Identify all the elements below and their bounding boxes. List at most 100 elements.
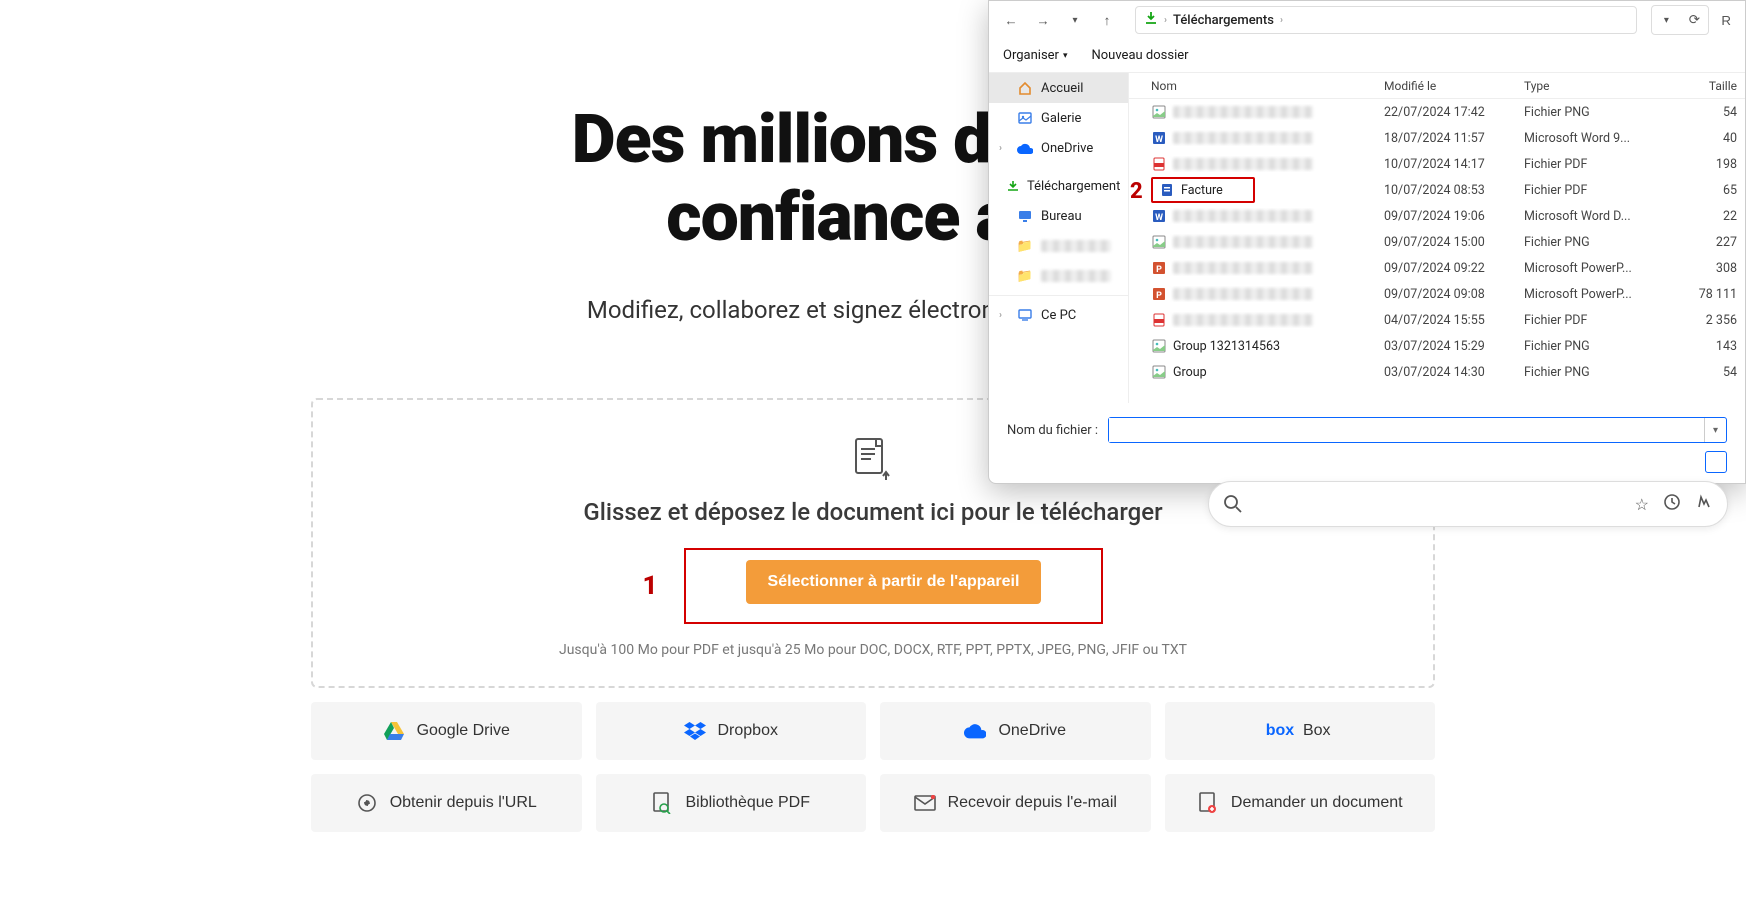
source-request[interactable]: Demander un document — [1165, 774, 1436, 832]
sidebar-item-blurred[interactable]: 📁 — [989, 261, 1128, 291]
file-type: Fichier PDF — [1524, 157, 1644, 172]
source-dropbox[interactable]: Dropbox — [596, 702, 867, 760]
sidebar-item-downloads[interactable]: Téléchargement — [989, 171, 1128, 201]
nav-forward-button[interactable]: → — [1029, 6, 1057, 34]
source-url[interactable]: Obtenir depuis l'URL — [311, 774, 582, 832]
annotation-box-1: Sélectionner à partir de l'appareil — [684, 548, 1104, 624]
search-hint[interactable]: R — [1715, 6, 1737, 34]
pdf-file-icon — [1159, 182, 1175, 198]
source-box[interactable]: box Box — [1165, 702, 1436, 760]
file-row[interactable]: P09/07/2024 09:08Microsoft PowerP...78 1… — [1129, 281, 1745, 307]
source-label: Box — [1303, 722, 1331, 740]
column-header-name[interactable]: Nom — [1129, 79, 1384, 93]
site-info-icon[interactable] — [1223, 494, 1243, 514]
nav-back-button[interactable]: ← — [997, 6, 1025, 34]
column-header-size[interactable]: Taille — [1644, 79, 1745, 93]
sidebar-item-home[interactable]: Accueil — [989, 73, 1128, 103]
dialog-filename-bar: Nom du fichier : ▾ — [989, 403, 1745, 451]
chevron-down-icon: ▾ — [1072, 15, 1077, 26]
file-row[interactable]: W09/07/2024 19:06Microsoft Word D...22 — [1129, 203, 1745, 229]
source-label: OneDrive — [998, 722, 1066, 740]
chevron-right-icon: › — [1280, 15, 1283, 26]
column-header-modified[interactable]: Modifié le — [1384, 79, 1524, 93]
sidebar-item-onedrive[interactable]: › OneDrive — [989, 133, 1128, 163]
sidebar-label: Galerie — [1041, 111, 1081, 126]
file-row[interactable]: P09/07/2024 09:22Microsoft PowerP...308 — [1129, 255, 1745, 281]
sidebar-item-desktop[interactable]: Bureau — [989, 201, 1128, 231]
email-icon — [914, 792, 936, 814]
file-type: Microsoft Word 9... — [1524, 131, 1644, 146]
blurred-filename — [1173, 210, 1313, 222]
source-google-drive[interactable]: Google Drive — [311, 702, 582, 760]
pc-icon — [1017, 307, 1033, 323]
pdf-file-icon — [1151, 312, 1167, 328]
breadcrumb-downloads[interactable]: Téléchargements — [1173, 13, 1274, 28]
sidebar-label: Téléchargement — [1027, 179, 1120, 194]
filename-input[interactable] — [1109, 418, 1704, 442]
file-name: Group 1321314563 — [1173, 339, 1280, 354]
file-row[interactable]: 09/07/2024 15:00Fichier PNG227 — [1129, 229, 1745, 255]
sidebar-label: Bureau — [1041, 209, 1082, 224]
filename-label: Nom du fichier : — [1007, 423, 1098, 438]
source-email[interactable]: Recevoir depuis l'e-mail — [880, 774, 1151, 832]
png-file-icon — [1151, 234, 1167, 250]
sidebar-item-blurred[interactable]: 📁 — [989, 231, 1128, 261]
new-folder-button[interactable]: Nouveau dossier — [1091, 48, 1188, 63]
file-type: Fichier PDF — [1524, 183, 1644, 198]
nav-up-button[interactable]: ↑ — [1093, 6, 1121, 34]
file-date: 09/07/2024 09:22 — [1384, 261, 1524, 276]
file-row[interactable]: 04/07/2024 15:55Fichier PDF2 356 — [1129, 307, 1745, 333]
sidebar-item-gallery[interactable]: Galerie — [989, 103, 1128, 133]
dialog-action-partial[interactable] — [1705, 451, 1727, 473]
blurred-filename — [1173, 262, 1313, 274]
file-row[interactable]: Facture10/07/2024 08:53Fichier PDF65 — [1129, 177, 1745, 203]
path-dropdown-button[interactable]: ▾ — [1652, 6, 1680, 34]
file-date: 09/07/2024 15:00 — [1384, 235, 1524, 250]
star-icon[interactable]: ☆ — [1635, 495, 1649, 514]
word-file-icon: W — [1151, 130, 1167, 146]
extensions-icon[interactable] — [1695, 493, 1713, 515]
file-size: 143 — [1644, 339, 1745, 354]
column-header-type[interactable]: Type — [1524, 79, 1644, 93]
file-row[interactable]: 22/07/2024 17:42Fichier PNG54 — [1129, 99, 1745, 125]
organize-menu[interactable]: Organiser ▾ — [1003, 48, 1067, 63]
onedrive-icon — [1017, 140, 1033, 156]
blurred-filename — [1173, 132, 1313, 144]
expand-icon[interactable]: › — [999, 310, 1009, 321]
sidebar-item-this-pc[interactable]: ›Ce PC — [989, 300, 1128, 330]
blurred-filename — [1173, 314, 1313, 326]
file-type: Fichier PNG — [1524, 339, 1644, 354]
file-type: Fichier PDF — [1524, 313, 1644, 328]
pdf-file-icon — [1151, 156, 1167, 172]
png-file-icon — [1151, 104, 1167, 120]
svg-text:P: P — [1156, 265, 1162, 275]
file-row[interactable]: Group 1321314563 03/07/2024 15:29Fichier … — [1129, 333, 1745, 359]
nav-recent-button[interactable]: ▾ — [1061, 6, 1089, 34]
file-name: Facture — [1181, 183, 1223, 198]
expand-icon[interactable]: › — [999, 143, 1009, 154]
file-type: Fichier PNG — [1524, 235, 1644, 250]
png-file-icon — [1151, 364, 1167, 380]
filename-dropdown[interactable]: ▾ — [1704, 418, 1726, 442]
select-from-device-button[interactable]: Sélectionner à partir de l'appareil — [746, 560, 1042, 604]
file-row[interactable]: Group03/07/2024 14:30Fichier PNG54 — [1129, 359, 1745, 385]
link-icon — [356, 792, 378, 814]
file-date: 03/07/2024 15:29 — [1384, 339, 1524, 354]
source-library[interactable]: Bibliothèque PDF — [596, 774, 867, 832]
png-file-icon — [1151, 338, 1167, 354]
source-onedrive[interactable]: OneDrive — [880, 702, 1151, 760]
file-row[interactable]: W18/07/2024 11:57Microsoft Word 9...40 — [1129, 125, 1745, 151]
sidebar-label: OneDrive — [1041, 141, 1093, 156]
desktop-icon — [1017, 208, 1033, 224]
chevron-down-icon: ▾ — [1063, 51, 1068, 61]
upload-limits-text: Jusqu'à 100 Mo pour PDF et jusqu'à 25 Mo… — [333, 642, 1413, 658]
refresh-button[interactable]: ⟳ — [1680, 6, 1708, 34]
source-options: Google Drive Dropbox OneDrive box Box Ob… — [311, 702, 1435, 832]
file-row[interactable]: 10/07/2024 14:17Fichier PDF198 — [1129, 151, 1745, 177]
blurred-text — [1041, 240, 1111, 252]
file-size: 54 — [1644, 365, 1745, 380]
breadcrumb-bar[interactable]: › Téléchargements › — [1135, 6, 1637, 34]
history-icon[interactable] — [1663, 493, 1681, 515]
onedrive-icon — [964, 720, 986, 742]
box-icon: box — [1269, 720, 1291, 742]
